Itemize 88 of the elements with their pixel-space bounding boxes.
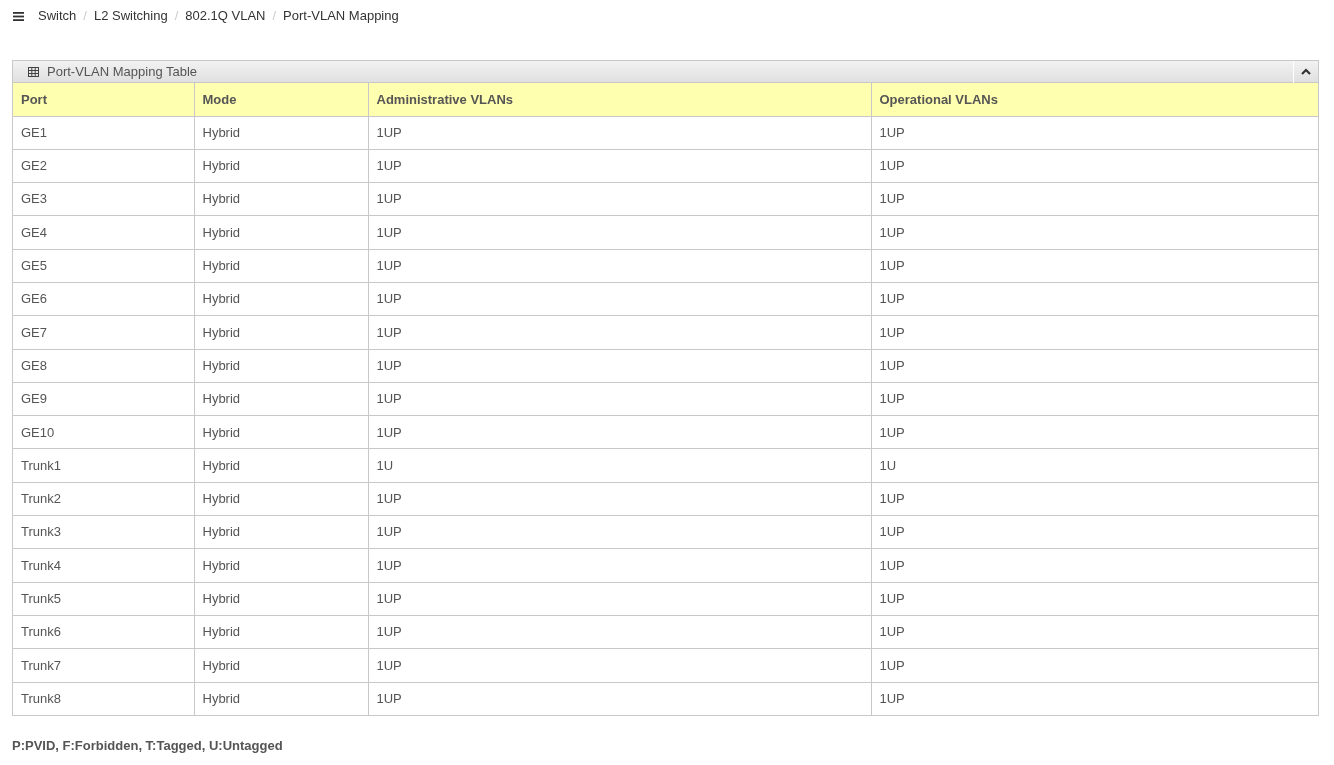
table-cell: 1UP	[871, 315, 1318, 350]
table-cell: Hybrid	[194, 382, 368, 416]
table-cell: Hybrid	[194, 548, 368, 583]
table-cell: Trunk2	[13, 482, 194, 516]
legend-text: P:PVID, F:Forbidden, T:Tagged, U:Untagged	[12, 737, 284, 756]
breadcrumb-item[interactable]: 802.1Q VLAN	[185, 6, 266, 26]
table-cell: 1UP	[871, 282, 1318, 316]
table-cell: 1UP	[368, 249, 871, 283]
table-cell: 1UP	[368, 349, 871, 383]
table-cell: 1UP	[871, 149, 1318, 183]
table-cell: GE8	[13, 349, 194, 383]
table-cell: Hybrid	[194, 515, 368, 549]
table-cell: Hybrid	[194, 182, 368, 216]
table-cell: Hybrid	[194, 415, 368, 449]
column-header: Administrative VLANs	[368, 83, 871, 116]
table-cell: 1UP	[368, 615, 871, 649]
table-cell: 1UP	[871, 548, 1318, 583]
table-cell: Trunk6	[13, 615, 194, 649]
table-cell: 1UP	[871, 182, 1318, 216]
table-cell: 1UP	[871, 116, 1318, 150]
table-cell: 1UP	[871, 249, 1318, 283]
table-cell: GE9	[13, 382, 194, 416]
table-cell: 1UP	[871, 215, 1318, 250]
breadcrumb-item[interactable]: Switch	[38, 6, 77, 26]
table-cell: Trunk1	[13, 448, 194, 483]
table-cell: 1UP	[871, 615, 1318, 649]
table-cell: GE1	[13, 116, 194, 150]
table-cell: Trunk4	[13, 548, 194, 583]
table-cell: 1UP	[871, 349, 1318, 383]
table-cell: 1UP	[368, 415, 871, 449]
table-cell: Hybrid	[194, 315, 368, 350]
table-cell: 1UP	[871, 648, 1318, 683]
table-cell: 1UP	[871, 682, 1318, 716]
breadcrumb-separator: /	[174, 7, 179, 26]
table-cell: 1UP	[368, 515, 871, 549]
table-cell: Hybrid	[194, 215, 368, 250]
table-cell: GE4	[13, 215, 194, 250]
table-cell: GE7	[13, 315, 194, 350]
column-header: Port	[13, 83, 194, 116]
table-cell: Trunk3	[13, 515, 194, 549]
table-cell: 1UP	[368, 548, 871, 583]
table-cell: GE6	[13, 282, 194, 316]
table-cell: 1UP	[871, 482, 1318, 516]
table-cell: 1UP	[368, 582, 871, 616]
table-cell: Hybrid	[194, 682, 368, 716]
table-cell: Hybrid	[194, 282, 368, 316]
table-cell: 1UP	[368, 315, 871, 350]
breadcrumb-separator: /	[272, 7, 277, 26]
table-cell: 1UP	[871, 582, 1318, 616]
breadcrumb-item[interactable]: Port-VLAN Mapping	[283, 6, 399, 26]
table-cell: Hybrid	[194, 249, 368, 283]
table-cell: Trunk5	[13, 582, 194, 616]
menu-icon[interactable]	[13, 11, 24, 21]
table-cell: Trunk8	[13, 682, 194, 716]
table-cell: Hybrid	[194, 116, 368, 150]
table-cell: 1UP	[368, 382, 871, 416]
column-header: Operational VLANs	[871, 83, 1318, 116]
breadcrumb-item[interactable]: L2 Switching	[93, 6, 168, 26]
chevron-up-icon	[1301, 68, 1311, 75]
column-header: Mode	[194, 83, 368, 116]
table-cell: GE3	[13, 182, 194, 216]
table-cell: 1U	[368, 448, 871, 483]
table-cell: GE10	[13, 415, 194, 449]
table-cell: 1UP	[368, 282, 871, 316]
table-cell: GE5	[13, 249, 194, 283]
table-cell: 1UP	[368, 682, 871, 716]
table-cell: Hybrid	[194, 615, 368, 649]
table-cell: 1UP	[368, 182, 871, 216]
table-cell: Hybrid	[194, 582, 368, 616]
table-cell: 1UP	[368, 648, 871, 683]
table-cell: Hybrid	[194, 149, 368, 183]
table-cell: Hybrid	[194, 482, 368, 516]
table-cell: 1UP	[368, 116, 871, 150]
table-cell: 1UP	[871, 415, 1318, 449]
table-cell: Hybrid	[194, 349, 368, 383]
table-cell: Hybrid	[194, 448, 368, 483]
table-cell: Hybrid	[194, 648, 368, 683]
table-cell: 1UP	[871, 515, 1318, 549]
table-cell: Trunk7	[13, 648, 194, 683]
table-cell: 1U	[871, 448, 1318, 483]
panel-title: Port-VLAN Mapping Table	[47, 62, 198, 81]
table-cell: GE2	[13, 149, 194, 183]
table-cell: 1UP	[368, 482, 871, 516]
breadcrumb-separator: /	[83, 7, 87, 26]
table-cell: 1UP	[368, 215, 871, 250]
table-cell: 1UP	[368, 149, 871, 183]
table-cell: 1UP	[871, 382, 1318, 416]
table-icon	[28, 66, 39, 77]
